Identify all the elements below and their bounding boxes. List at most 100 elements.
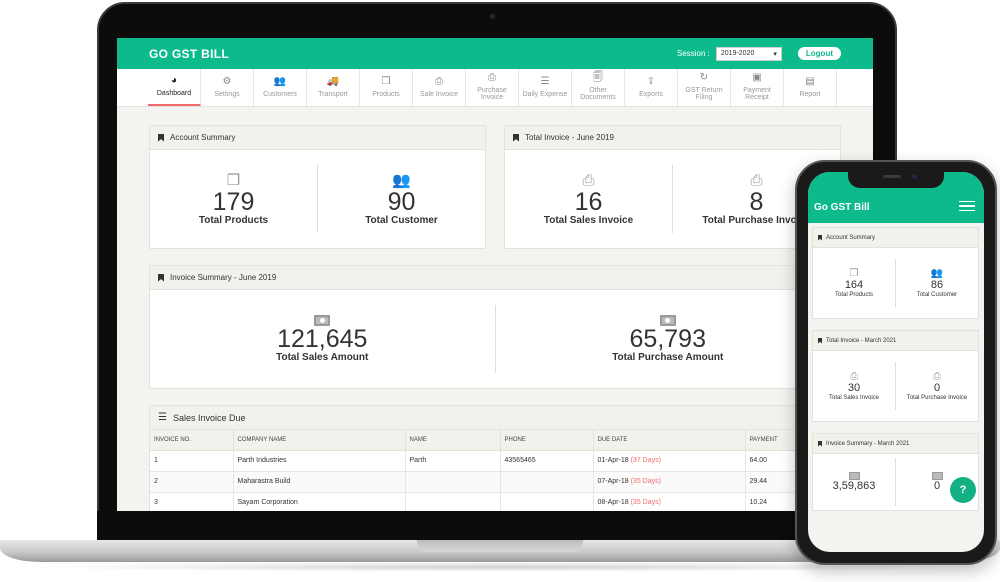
nav-item-dashboard[interactable]: ◕ Dashboard [148, 69, 201, 106]
total-purchase-amount-stat: 65,793 Total Purchase Amount [494, 305, 841, 373]
cell-due: 08-Apr-18 (35 Days) [593, 492, 746, 511]
nav-item-label: Products [372, 90, 400, 98]
stat-label: Total Customer [916, 292, 958, 298]
print-icon: ⎙ [582, 171, 595, 189]
stat-value: 0 [933, 382, 941, 394]
nav-item-other-documents[interactable]: 🗐 Other Documents [572, 69, 625, 106]
due-date: 08-Apr-18 [597, 499, 629, 506]
brand-title: GO GST BILL [149, 46, 229, 61]
table-header-row: INVOICE NO. COMPANY NAME NAME PHONE DUE DATE… [150, 430, 840, 451]
stat-label: Total Customer [365, 214, 438, 226]
account-summary-panel: Account Summary ❒ 179 Total Products 👥 9… [149, 125, 486, 249]
money-icon [848, 471, 860, 480]
table-row[interactable]: 1 Parth Industries Parth 43565465 01-Apr-18 … [150, 450, 840, 472]
cell-no: 2 [150, 471, 234, 493]
list-icon: ☰ [158, 412, 167, 423]
column-header[interactable]: PHONE [500, 430, 594, 451]
panel-header: Total Invoice - March 2021 [813, 331, 978, 351]
header-controls: Session : 2019-2020 ▾ Logout [676, 46, 841, 61]
total-products-stat: ❒ 179 Total Products [150, 165, 317, 233]
overdue-days: (35 Days) [630, 499, 661, 506]
stat-value: 16 [574, 187, 603, 216]
due-date: 07-Apr-18 [597, 478, 629, 485]
help-button[interactable]: ? [950, 477, 976, 503]
nav-item-label: Dashboard [156, 89, 192, 97]
users-icon: 👥 [273, 75, 287, 87]
nav-item-daily-expense[interactable]: ☰ Daily Expense [519, 69, 572, 106]
stat-label: Total Sales Invoice [828, 395, 880, 401]
nav-item-exports[interactable]: ⇪ Exports [625, 69, 678, 106]
panel-title: Account Summary [826, 234, 876, 241]
stage: GO GST BILL Session : 2019-2020 ▾ Logout… [0, 0, 1000, 582]
column-header[interactable]: NAME [405, 430, 501, 451]
cell-no: 3 [150, 492, 234, 511]
nav-item-sale-invoice[interactable]: ⎙ Sale Invoice [413, 69, 466, 106]
stat-value: 86 [930, 279, 944, 291]
report-icon: ▤ [805, 75, 815, 87]
cell-company: Parth Industries [233, 450, 406, 472]
cell-phone [500, 492, 594, 511]
panel-header: Invoice Summary - March 2021 [813, 434, 978, 454]
nav-item-label: Payment Receipt [743, 87, 771, 101]
app-header: GO GST BILL Session : 2019-2020 ▾ Logout [117, 38, 873, 69]
stat-value: 90 [387, 187, 416, 216]
sales-due-table: INVOICE NO. COMPANY NAME NAME PHONE DUE DATE… [150, 430, 840, 511]
nav-item-purchase-invoice[interactable]: ⎙ Purchase Invoice [466, 69, 519, 106]
cell-name [405, 492, 501, 511]
total-sales-invoice-stat: ⎙ 30 Total Sales Invoice [813, 362, 895, 410]
total-sales-amount-stat: 3,59,863 [813, 458, 895, 506]
mobile-brand-title: Go GST Bill [814, 202, 870, 213]
cell-company: Maharastra Build [233, 471, 406, 493]
table-row[interactable]: 3 Sayam Corporation 08-Apr-18 (35 Days) 10.… [150, 492, 840, 511]
bookmark-icon [818, 440, 822, 447]
stat-value: 164 [844, 279, 864, 291]
mobile-total-invoice-panel: Total Invoice - March 2021 ⎙ 30 Total Sa… [812, 330, 979, 422]
nav-item-label: Customers [263, 90, 297, 98]
total-sales-amount-stat: 121,645 Total Sales Amount [150, 305, 495, 373]
stat-label: Total Sales Amount [276, 352, 369, 363]
panel-header: Invoice Summary - June 2019 [150, 266, 840, 290]
due-date: 01-Apr-18 [597, 457, 629, 464]
total-customer-stat: 👥 90 Total Customer [317, 165, 485, 233]
session-label: Session : [676, 49, 710, 58]
nav-item-gst-return-filing[interactable]: ↻ GST Return Filing [678, 69, 731, 106]
total-invoice-panel: Total Invoice - June 2019 ⎙ 16 Total Sal… [504, 125, 841, 249]
bookmark-icon [158, 273, 164, 282]
stat-row: ⎙ 16 Total Sales Invoice ⎙ 8 Total Purch… [505, 150, 840, 248]
users-icon: 👥 [930, 268, 944, 279]
cell-due: 07-Apr-18 (35 Days) [593, 471, 746, 493]
cubes-icon: ❒ [226, 171, 241, 189]
column-header[interactable]: DUE DATE [593, 430, 746, 451]
truck-icon: 🚚 [326, 75, 340, 87]
table-row[interactable]: 2 Maharastra Build 07-Apr-18 (35 Days) 29.4… [150, 471, 840, 493]
nav-item-transport[interactable]: 🚚 Transport [307, 69, 360, 106]
stat-value: 0 [933, 479, 941, 492]
panel-title: Total Invoice - June 2019 [525, 133, 614, 142]
nav-item-report[interactable]: ▤ Report [784, 69, 837, 106]
nav-item-settings[interactable]: ⚙ Settings [201, 69, 254, 106]
documents-icon: 🗐 [593, 72, 603, 83]
nav-item-payment-receipt[interactable]: ▣ Payment Receipt [731, 69, 784, 106]
desktop-screen: GO GST BILL Session : 2019-2020 ▾ Logout… [117, 38, 873, 511]
caret-down-icon: ▾ [773, 50, 777, 58]
cell-company: Sayam Corporation [233, 492, 406, 511]
stat-label: Total Purchase Amount [612, 352, 724, 363]
session-value: 2019-2020 [720, 50, 755, 57]
session-select[interactable]: 2019-2020 ▾ [715, 46, 782, 61]
panel-title: Sales Invoice Due [172, 412, 246, 423]
nav-item-products[interactable]: ❒ Products [360, 69, 413, 106]
overdue-days: (37 Days) [630, 457, 661, 464]
nav-item-customers[interactable]: 👥 Customers [254, 69, 307, 106]
gear-icon: ⚙ [222, 75, 232, 87]
sales-invoice-due-panel: ☰ Sales Invoice Due INVOICE NO. COMPANY N… [149, 405, 846, 511]
panel-title: Total Invoice - March 2021 [826, 337, 897, 344]
dashboard-icon: ◕ [170, 74, 178, 86]
column-header[interactable]: INVOICE NO. [150, 430, 234, 451]
panel-header: ☰ Sales Invoice Due [150, 406, 846, 430]
phone-camera [912, 174, 917, 179]
cell-phone: 43565465 [500, 450, 594, 472]
logout-button[interactable]: Logout [797, 47, 841, 60]
hamburger-menu-icon[interactable] [956, 195, 978, 217]
money-icon: ▣ [752, 72, 762, 83]
column-header[interactable]: COMPANY NAME [233, 430, 406, 451]
